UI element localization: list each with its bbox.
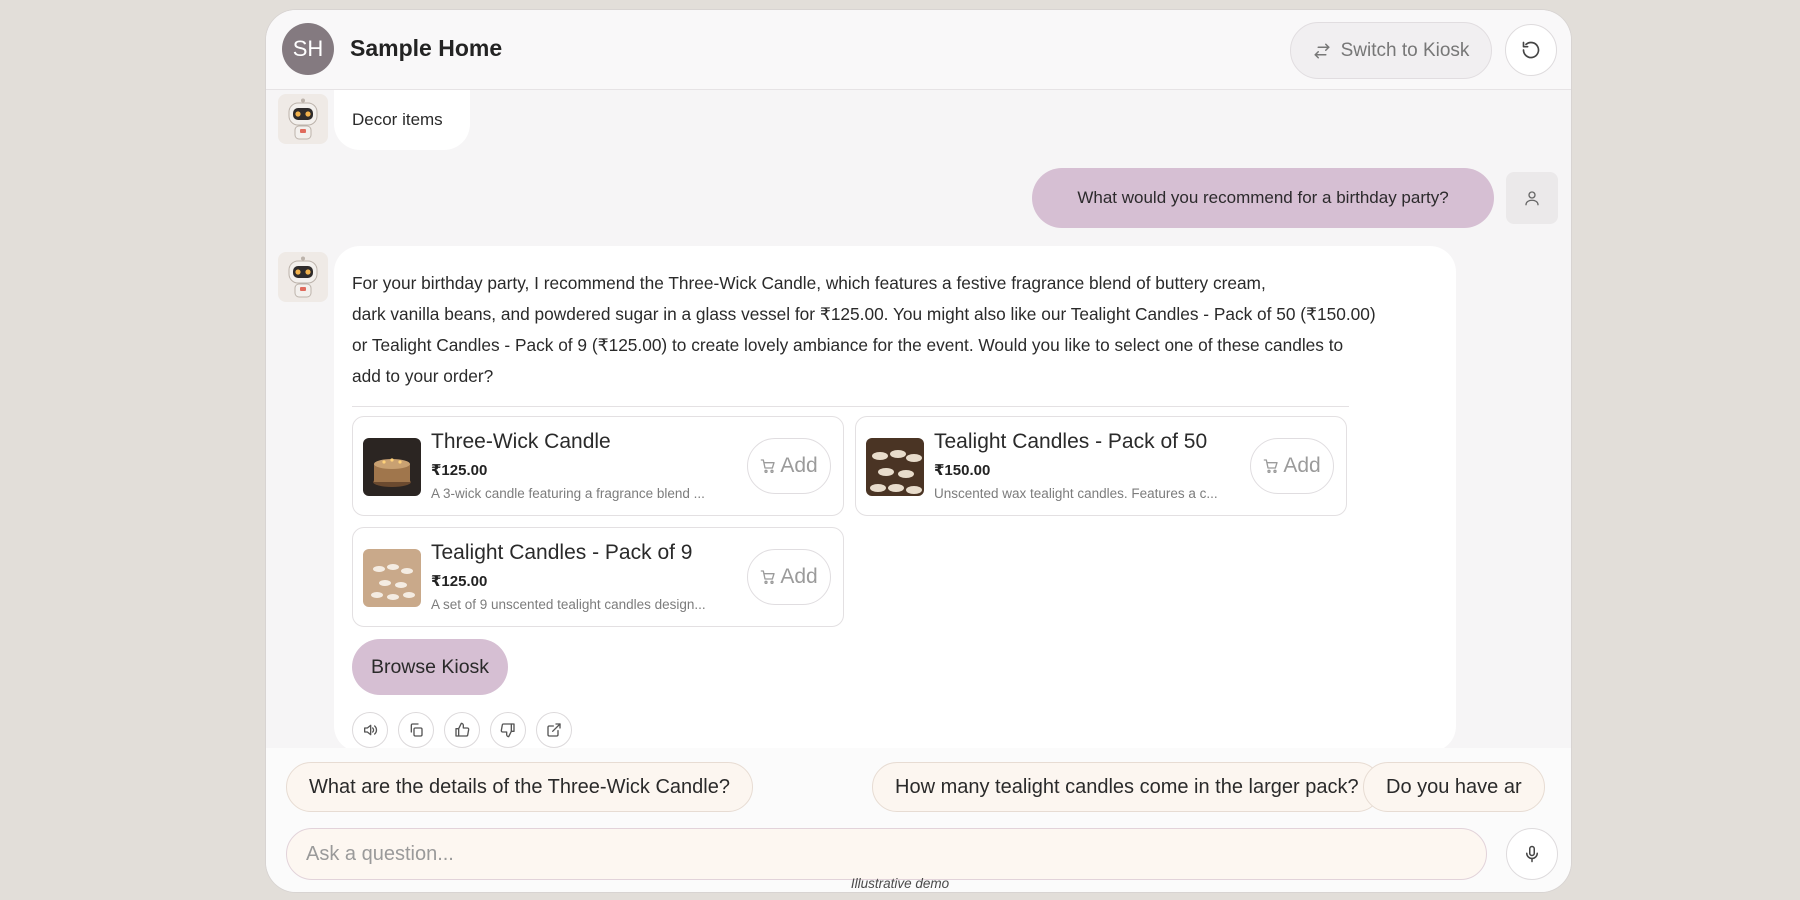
tealight-candles-image (866, 438, 924, 496)
refresh-button[interactable] (1505, 24, 1557, 76)
cart-icon (760, 570, 775, 584)
external-link-icon (547, 723, 561, 737)
add-to-cart-button[interactable]: Add (747, 549, 831, 605)
product-name: Tealight Candles - Pack of 50 (934, 430, 1208, 453)
product-image (363, 438, 421, 496)
bot-avatar (278, 252, 328, 302)
switch-to-kiosk-label: Switch to Kiosk (1340, 39, 1470, 61)
product-description: A 3-wick candle featuring a fragrance bl… (431, 486, 705, 501)
suggestion-chip[interactable]: Do you have ar (1363, 762, 1545, 812)
product-price: ₹150.00 (934, 462, 991, 479)
product-image (363, 549, 421, 607)
three-wick-candle-image (363, 438, 421, 496)
cart-icon (760, 459, 775, 473)
avatar: SH (282, 23, 334, 75)
robot-icon (288, 256, 318, 298)
bot-message: Decor items (334, 90, 470, 150)
product-price: ₹125.00 (431, 462, 488, 479)
answer-line: dark vanilla beans, and powdered sugar i… (352, 304, 1376, 324)
copy-icon (410, 723, 423, 737)
switch-to-kiosk-button[interactable]: Switch to Kiosk (1290, 22, 1492, 79)
footnote: Illustrative demo (850, 876, 950, 891)
copy-button[interactable] (398, 712, 434, 748)
microphone-button[interactable] (1506, 828, 1558, 880)
page-title: Sample Home (350, 35, 503, 61)
user-message: What would you recommend for a birthday … (1032, 168, 1494, 228)
product-description: Unscented wax tealight candles. Features… (934, 486, 1218, 501)
composer-area: What are the details of the Three-Wick C… (266, 748, 1571, 892)
suggestion-chip[interactable]: How many tealight candles come in the la… (872, 762, 1382, 812)
tealight-candles-image (363, 549, 421, 607)
product-card[interactable]: Three-Wick Candle ₹125.00 A 3-wick candl… (352, 416, 844, 516)
suggestion-chip[interactable]: What are the details of the Three-Wick C… (286, 762, 753, 812)
product-price: ₹125.00 (431, 573, 488, 590)
browse-kiosk-button[interactable]: Browse Kiosk (352, 639, 508, 695)
product-card[interactable]: Tealight Candles - Pack of 9 ₹125.00 A s… (352, 527, 844, 627)
user-avatar (1506, 172, 1558, 224)
answer-line: or Tealight Candles - Pack of 9 (₹125.00… (352, 335, 1344, 355)
add-label: Add (780, 454, 818, 477)
product-name: Tealight Candles - Pack of 9 (431, 541, 693, 564)
product-description: A set of 9 unscented tealight candles de… (431, 597, 706, 612)
header: SH Sample Home Switch to Kiosk (266, 10, 1571, 90)
answer-line: add to your order? (352, 366, 494, 386)
thumbs-down-icon (500, 723, 515, 738)
product-name: Three-Wick Candle (431, 430, 611, 453)
refresh-icon (1522, 41, 1540, 59)
add-to-cart-button[interactable]: Add (1250, 438, 1334, 494)
thumbs-up-button[interactable] (444, 712, 480, 748)
microphone-icon (1526, 845, 1538, 863)
bot-avatar (278, 94, 328, 144)
swap-arrows-icon (1314, 43, 1330, 58)
read-aloud-button[interactable] (352, 712, 388, 748)
add-label: Add (1283, 454, 1321, 477)
speaker-icon (364, 724, 378, 736)
add-to-cart-button[interactable]: Add (747, 438, 831, 494)
thumbs-up-icon (455, 722, 470, 737)
robot-icon (288, 98, 318, 140)
thumbs-down-button[interactable] (490, 712, 526, 748)
add-label: Add (780, 565, 818, 588)
bot-answer-card: For your birthday party, I recommend the… (334, 246, 1456, 752)
ask-input[interactable] (286, 828, 1487, 880)
bot-answer-text: For your birthday party, I recommend the… (352, 268, 1432, 392)
share-button[interactable] (536, 712, 572, 748)
cart-icon (1263, 459, 1278, 473)
divider (352, 406, 1349, 407)
user-icon (1525, 191, 1539, 206)
suggestion-chips: What are the details of the Three-Wick C… (286, 762, 1553, 814)
product-image (866, 438, 924, 496)
product-card[interactable]: Tealight Candles - Pack of 50 ₹150.00 Un… (855, 416, 1347, 516)
chat-window: SH Sample Home Switch to Kiosk Decor ite… (266, 10, 1571, 892)
answer-line: For your birthday party, I recommend the… (352, 273, 1266, 293)
